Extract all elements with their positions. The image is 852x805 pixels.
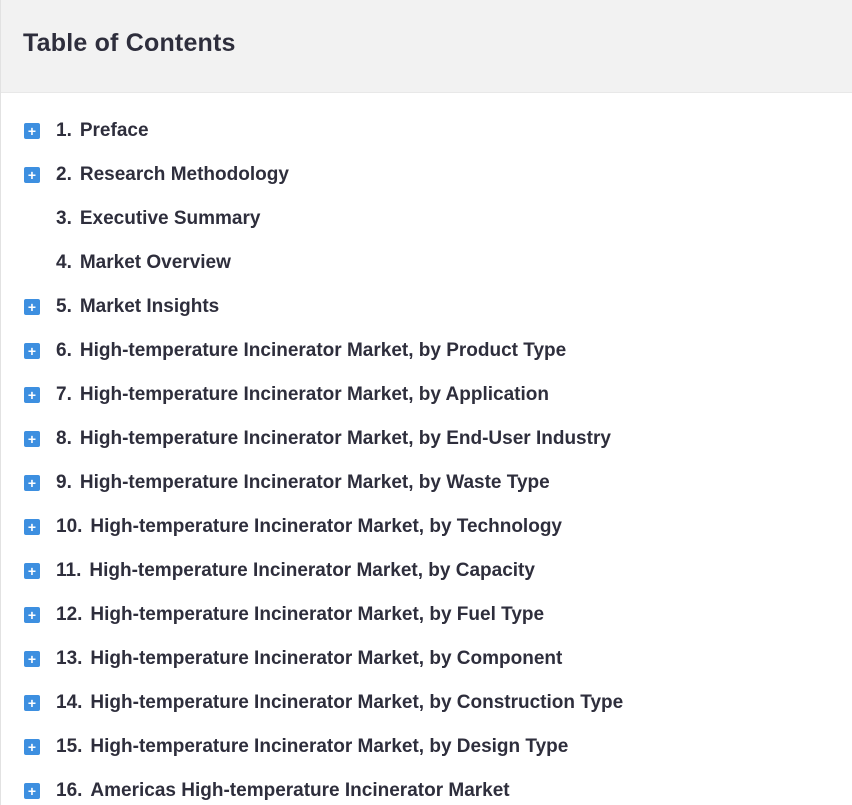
toc-item[interactable]: +11. High-temperature Incinerator Market,… <box>1 549 852 593</box>
toc-item[interactable]: +1. Preface <box>1 109 852 153</box>
toc-item-label: Executive Summary <box>79 208 261 229</box>
toc-header: Table of Contents <box>1 0 852 93</box>
toc-item-label: High-temperature Incinerator Market, by … <box>79 428 611 449</box>
toc-item-number: 4. <box>56 252 72 273</box>
toc-item[interactable]: +13. High-temperature Incinerator Market,… <box>1 637 852 681</box>
toc-item-label: High-temperature Incinerator Market, by … <box>90 736 569 757</box>
plus-square-icon[interactable]: + <box>24 431 40 447</box>
plus-square-icon[interactable]: + <box>24 783 40 799</box>
toc-item-link[interactable]: 5. Market Insights <box>56 296 219 318</box>
toc-item-link[interactable]: 12. High-temperature Incinerator Market, … <box>56 604 544 626</box>
toc-item-label: High-temperature Incinerator Market, by … <box>79 340 567 361</box>
toc-item-number: 9. <box>56 472 72 493</box>
toc-item-link[interactable]: 4. Market Overview <box>56 252 231 274</box>
toc-item-number: 3. <box>56 208 72 229</box>
toc-item-link[interactable]: 14. High-temperature Incinerator Market, … <box>56 692 623 714</box>
toc-item-number: 15. <box>56 736 83 757</box>
toc-item-link[interactable]: 3. Executive Summary <box>56 208 260 230</box>
toc-item-number: 10. <box>56 516 83 537</box>
toc-title: Table of Contents <box>23 29 236 57</box>
plus-square-icon[interactable]: + <box>24 167 40 183</box>
toc-item-number: 8. <box>56 428 72 449</box>
toc-item-label: Americas High-temperature Incinerator Ma… <box>90 780 510 801</box>
toc-item-number: 12. <box>56 604 83 625</box>
toc-item[interactable]: 3. Executive Summary <box>1 197 852 241</box>
toc-item-link[interactable]: 11. High-temperature Incinerator Market, … <box>56 560 535 582</box>
plus-square-icon[interactable]: + <box>24 475 40 491</box>
plus-square-icon[interactable]: + <box>24 299 40 315</box>
plus-square-icon[interactable]: + <box>24 651 40 667</box>
toc-item-label: High-temperature Incinerator Market, by … <box>90 604 545 625</box>
toc-item-number: 2. <box>56 164 72 185</box>
toc-item-number: 16. <box>56 780 83 801</box>
toc-item-link[interactable]: 2. Research Methodology <box>56 164 289 186</box>
toc-item[interactable]: +5. Market Insights <box>1 285 852 329</box>
toc-list: +1. Preface +2. Research Methodology 3. Execu… <box>1 109 852 805</box>
toc-item-number: 1. <box>56 120 72 141</box>
toc-item[interactable]: +2. Research Methodology <box>1 153 852 197</box>
toc-item-label: High-temperature Incinerator Market, by … <box>89 560 535 581</box>
toc-item-link[interactable]: 1. Preface <box>56 120 149 142</box>
toc-item-label: High-temperature Incinerator Market, by … <box>90 648 563 669</box>
toc-item-link[interactable]: 10. High-temperature Incinerator Market, … <box>56 516 562 538</box>
plus-square-icon[interactable]: + <box>24 739 40 755</box>
toc-item-number: 6. <box>56 340 72 361</box>
toc-item-label: Research Methodology <box>79 164 289 185</box>
toc-item[interactable]: 4. Market Overview <box>1 241 852 285</box>
toc-panel: Table of Contents +1. Preface +2. Research … <box>0 0 852 805</box>
plus-square-icon[interactable]: + <box>24 607 40 623</box>
toc-item-number: 7. <box>56 384 72 405</box>
plus-square-icon[interactable]: + <box>24 123 40 139</box>
plus-square-icon[interactable]: + <box>24 519 40 535</box>
toc-item-link[interactable]: 7. High-temperature Incinerator Market, b… <box>56 384 549 406</box>
toc-item-link[interactable]: 8. High-temperature Incinerator Market, b… <box>56 428 611 450</box>
toc-item-label: Market Insights <box>79 296 220 317</box>
toc-item[interactable]: +14. High-temperature Incinerator Market,… <box>1 681 852 725</box>
toc-item[interactable]: +6. High-temperature Incinerator Market, … <box>1 329 852 373</box>
plus-square-icon[interactable]: + <box>24 563 40 579</box>
toc-item[interactable]: +10. High-temperature Incinerator Market,… <box>1 505 852 549</box>
toc-item-link[interactable]: 13. High-temperature Incinerator Market, … <box>56 648 562 670</box>
plus-square-icon[interactable]: + <box>24 343 40 359</box>
toc-item-number: 13. <box>56 648 83 669</box>
toc-item-label: High-temperature Incinerator Market, by … <box>79 472 550 493</box>
toc-item-number: 5. <box>56 296 72 317</box>
toc-item[interactable]: +16. Americas High-temperature Incinerato… <box>1 769 852 805</box>
toc-item-label: High-temperature Incinerator Market, by … <box>79 384 549 405</box>
toc-item-number: 11. <box>56 560 82 581</box>
toc-item-link[interactable]: 6. High-temperature Incinerator Market, b… <box>56 340 566 362</box>
plus-square-icon[interactable]: + <box>24 387 40 403</box>
toc-item-link[interactable]: 9. High-temperature Incinerator Market, b… <box>56 472 550 494</box>
toc-item[interactable]: +12. High-temperature Incinerator Market,… <box>1 593 852 637</box>
toc-item[interactable]: +7. High-temperature Incinerator Market, … <box>1 373 852 417</box>
toc-item-label: Preface <box>79 120 149 141</box>
toc-item-label: Market Overview <box>79 252 231 273</box>
toc-item[interactable]: +8. High-temperature Incinerator Market, … <box>1 417 852 461</box>
toc-item[interactable]: +9. High-temperature Incinerator Market, … <box>1 461 852 505</box>
toc-item-link[interactable]: 16. Americas High-temperature Incinerator… <box>56 780 510 802</box>
toc-item-label: High-temperature Incinerator Market, by … <box>90 516 562 537</box>
toc-item-number: 14. <box>56 692 83 713</box>
toc-item[interactable]: +15. High-temperature Incinerator Market,… <box>1 725 852 769</box>
toc-item-link[interactable]: 15. High-temperature Incinerator Market, … <box>56 736 568 758</box>
toc-item-label: High-temperature Incinerator Market, by … <box>90 692 624 713</box>
plus-square-icon[interactable]: + <box>24 695 40 711</box>
